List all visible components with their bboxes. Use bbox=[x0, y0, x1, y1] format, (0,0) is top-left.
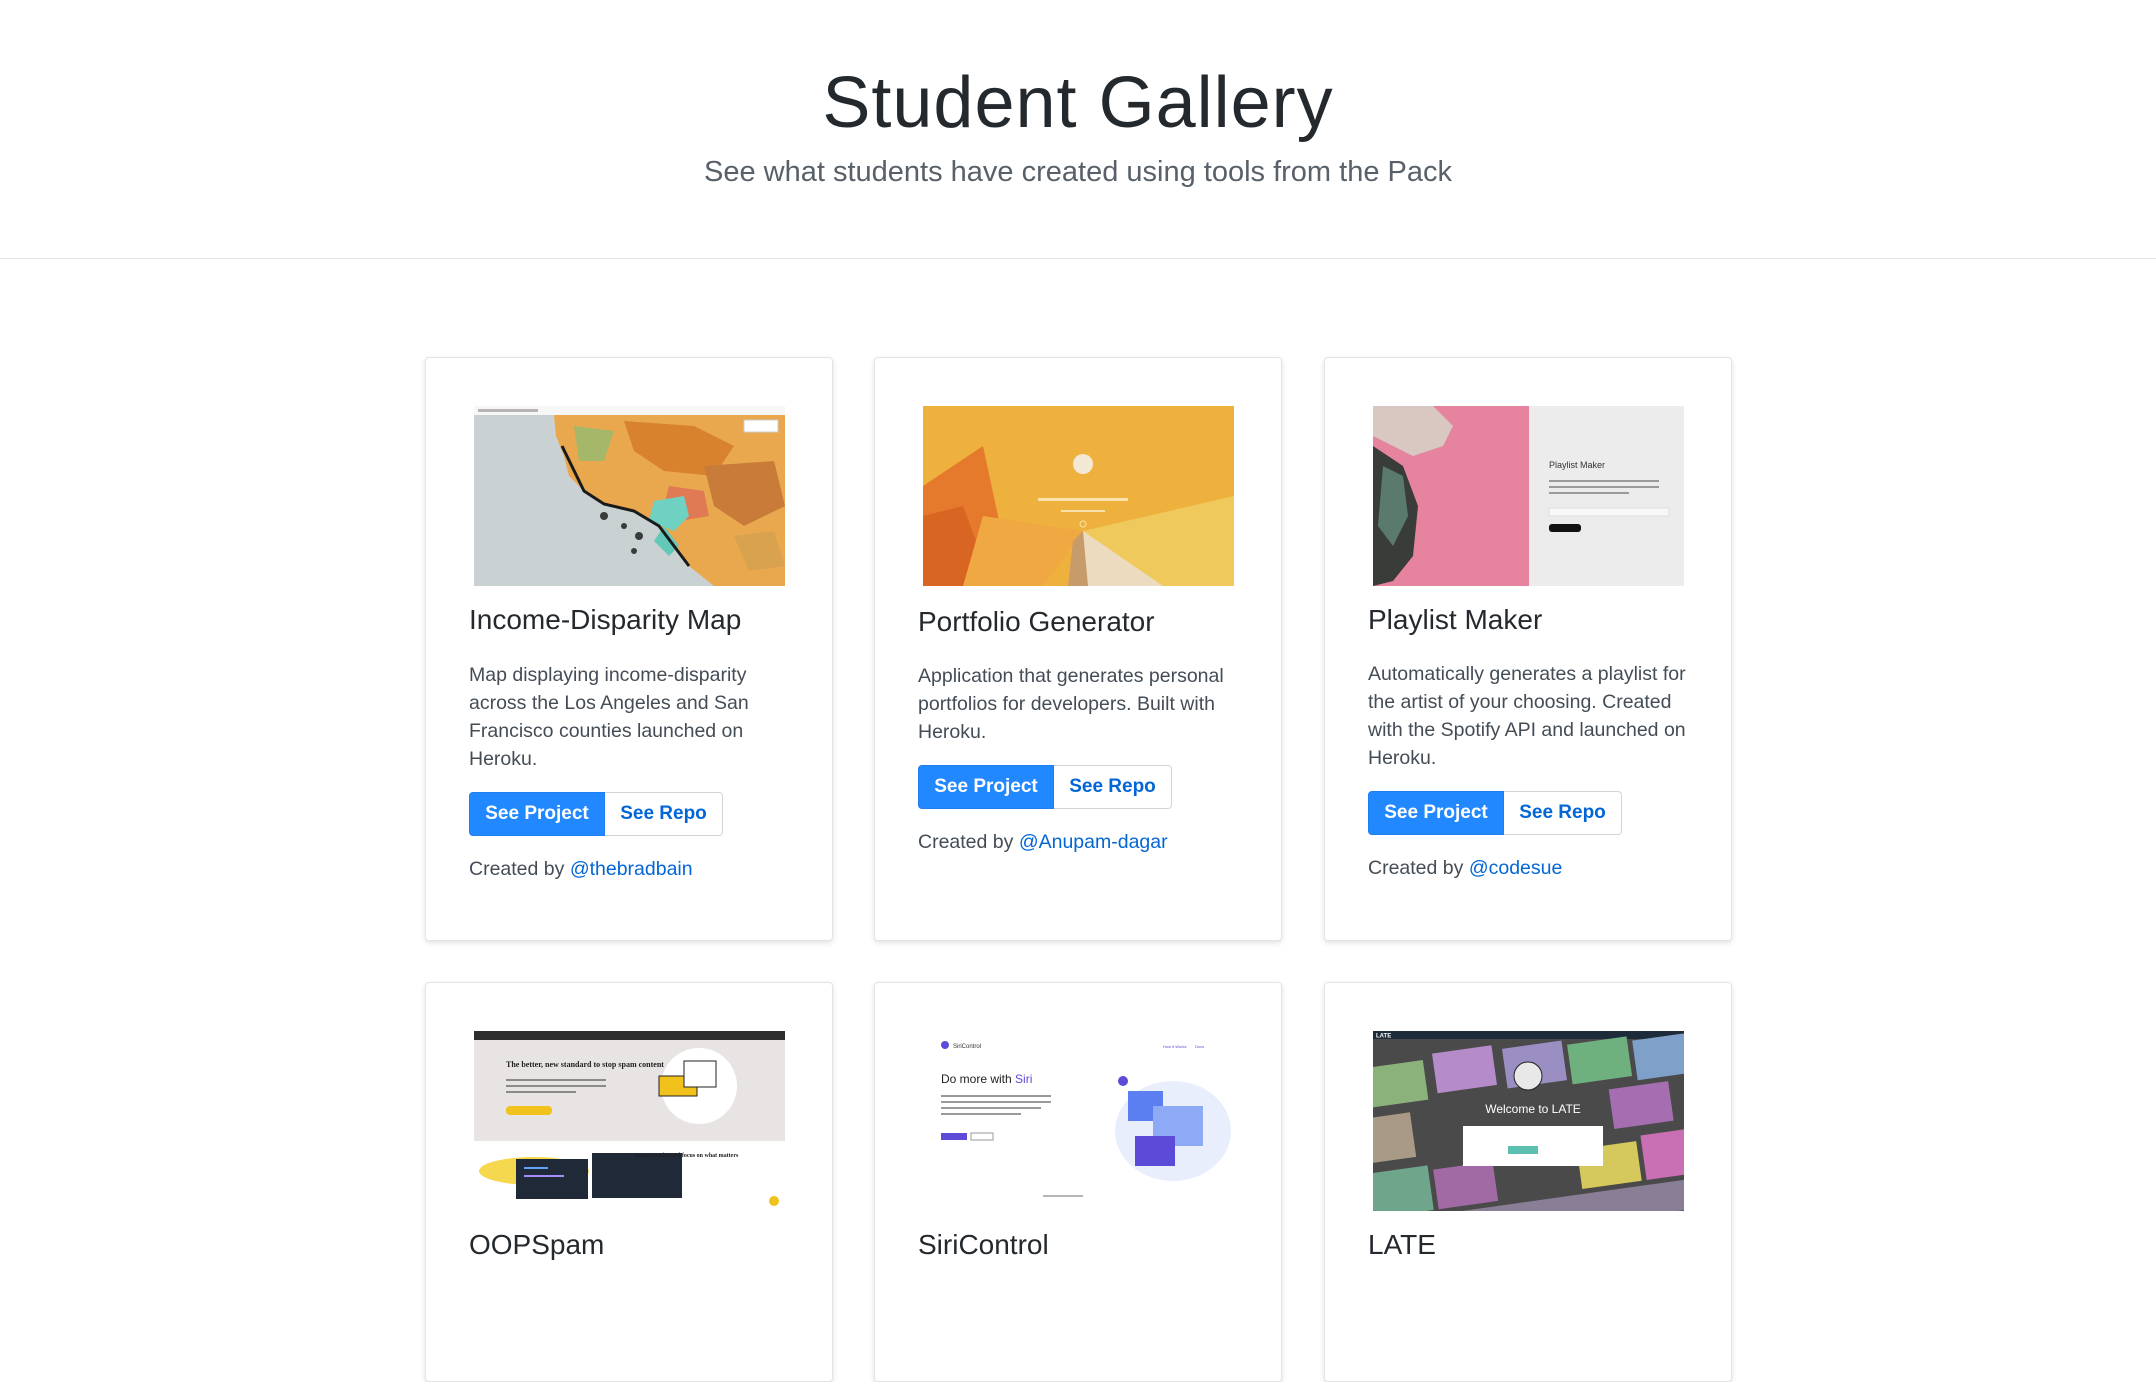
credit-prefix: Created by bbox=[918, 831, 1014, 853]
credit-prefix: Created by bbox=[1368, 857, 1464, 879]
author-link[interactable]: @codesue bbox=[1469, 857, 1563, 879]
project-description: Application that generates personal port… bbox=[918, 665, 1224, 743]
project-thumbnail-income-map[interactable] bbox=[474, 406, 785, 586]
oopspam-thumb-headline: The better, new standard to stop spam co… bbox=[506, 1060, 664, 1069]
project-title: Income-Disparity Map bbox=[469, 604, 742, 635]
author-link[interactable]: @Anupam-dagar bbox=[1019, 831, 1168, 853]
project-card-late: LATE Welcome to LATE LATE bbox=[1324, 982, 1732, 1382]
project-thumbnail-late[interactable]: LATE Welcome to LATE bbox=[1373, 1031, 1684, 1211]
see-project-button[interactable]: See Project bbox=[1368, 791, 1504, 835]
page-title: Student Gallery bbox=[822, 63, 1334, 143]
project-card-playlist-maker: Playlist Maker Playlist Maker Automatica… bbox=[1324, 357, 1732, 941]
project-title: SiriControl bbox=[918, 1229, 1049, 1260]
see-repo-button[interactable]: See Repo bbox=[1054, 765, 1172, 809]
project-title: LATE bbox=[1368, 1229, 1436, 1260]
project-title: Playlist Maker bbox=[1368, 604, 1543, 635]
credit-prefix: Created by bbox=[469, 858, 565, 880]
siricontrol-thumb-nav-2: Docs bbox=[1195, 1044, 1204, 1049]
page-header: Student Gallery See what students have c… bbox=[0, 0, 2156, 259]
map-screenshot-image bbox=[474, 406, 785, 586]
siricontrol-thumb-headline-accent: Siri bbox=[1015, 1072, 1032, 1086]
see-repo-button[interactable]: See Repo bbox=[605, 792, 723, 836]
project-credit: Created by @codesue bbox=[1368, 857, 1562, 880]
siricontrol-thumb-brand: SiriControl bbox=[953, 1044, 981, 1050]
author-link[interactable]: @thebradbain bbox=[570, 858, 693, 880]
svg-text:Do more with Siri: Do more with Siri bbox=[941, 1072, 1032, 1086]
project-thumbnail-portfolio[interactable] bbox=[923, 406, 1234, 586]
siricontrol-screenshot-image: SiriControl How it Works Docs Do more wi… bbox=[923, 1031, 1234, 1211]
page-subtitle: See what students have created using too… bbox=[704, 156, 1452, 188]
see-project-button[interactable]: See Project bbox=[918, 765, 1054, 809]
see-repo-button[interactable]: See Repo bbox=[1504, 791, 1622, 835]
oopspam-screenshot-image: The better, new standard to stop spam co… bbox=[474, 1031, 785, 1211]
oopspam-thumb-feature: Remove noise and focus on what matters bbox=[634, 1153, 739, 1159]
project-title: Portfolio Generator bbox=[918, 606, 1155, 637]
project-title: OOPSpam bbox=[469, 1229, 605, 1260]
project-description: Automatically generates a playlist for t… bbox=[1368, 663, 1686, 769]
playlist-screenshot-image: Playlist Maker bbox=[1373, 406, 1684, 586]
project-description: Map displaying income-disparity across t… bbox=[469, 664, 749, 770]
project-actions: See Project See Repo bbox=[469, 792, 723, 836]
project-actions: See Project See Repo bbox=[918, 765, 1172, 809]
siricontrol-thumb-nav-1: How it Works bbox=[1163, 1044, 1186, 1049]
project-card-oopspam: The better, new standard to stop spam co… bbox=[425, 982, 833, 1382]
project-thumbnail-siricontrol[interactable]: SiriControl How it Works Docs Do more wi… bbox=[923, 1031, 1234, 1211]
late-thumb-welcome: Welcome to LATE bbox=[1485, 1102, 1581, 1116]
see-project-button[interactable]: See Project bbox=[469, 792, 605, 836]
project-thumbnail-playlist[interactable]: Playlist Maker bbox=[1373, 406, 1684, 586]
project-card-siricontrol: SiriControl How it Works Docs Do more wi… bbox=[874, 982, 1282, 1382]
project-thumbnail-oopspam[interactable]: The better, new standard to stop spam co… bbox=[474, 1031, 785, 1211]
siricontrol-thumb-headline: Do more with bbox=[941, 1072, 1012, 1086]
project-credit: Created by @thebradbain bbox=[469, 858, 693, 881]
portfolio-screenshot-image bbox=[923, 406, 1234, 586]
playlist-thumb-title: Playlist Maker bbox=[1549, 460, 1605, 470]
late-screenshot-image: LATE Welcome to LATE bbox=[1373, 1031, 1684, 1211]
project-card-portfolio-generator: Portfolio Generator Application that gen… bbox=[874, 357, 1282, 941]
project-card-income-disparity: Income-Disparity Map Map displaying inco… bbox=[425, 357, 833, 941]
late-thumb-brand: LATE bbox=[1376, 1034, 1391, 1040]
project-actions: See Project See Repo bbox=[1368, 791, 1622, 835]
project-credit: Created by @Anupam-dagar bbox=[918, 831, 1168, 854]
